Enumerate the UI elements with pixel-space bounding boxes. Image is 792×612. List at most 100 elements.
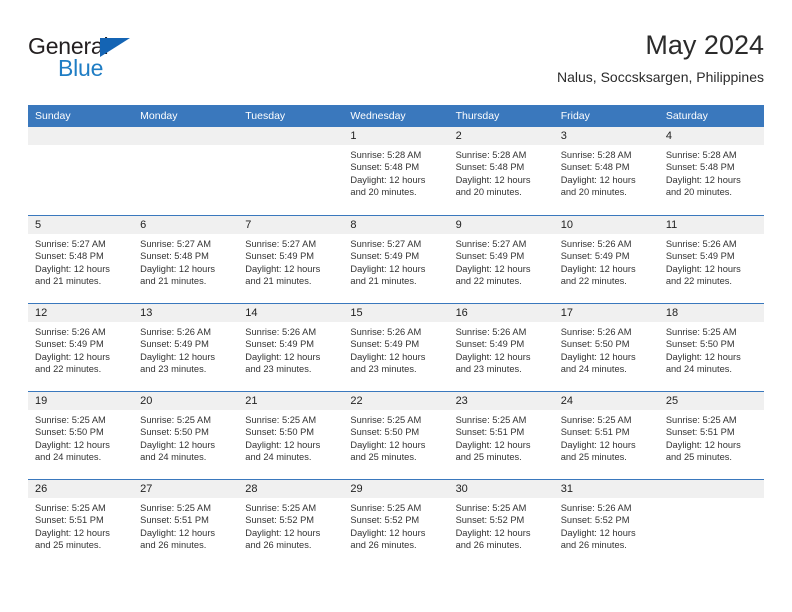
day-details: Sunrise: 5:27 AM Sunset: 5:49 PM Daylight:… bbox=[343, 234, 448, 288]
day-number: 7 bbox=[245, 219, 252, 231]
day-number: 19 bbox=[35, 395, 48, 407]
day-cell[interactable]: 1 Sunrise: 5:28 AM Sunset: 5:48 PM Daylight… bbox=[343, 127, 449, 215]
day-number-band bbox=[28, 127, 134, 145]
day-cell[interactable]: 18 Sunrise: 5:25 AM Sunset: 5:50 PM Dayligh… bbox=[658, 304, 764, 391]
daylight-text-line2: and 21 minutes. bbox=[140, 276, 207, 287]
day-details: Sunrise: 5:25 AM Sunset: 5:51 PM Daylight:… bbox=[554, 410, 659, 464]
day-cell[interactable]: 28 Sunrise: 5:25 AM Sunset: 5:52 PM Dayligh… bbox=[238, 480, 344, 567]
day-number-band: 13 bbox=[133, 304, 239, 322]
day-number-band: 26 bbox=[28, 480, 134, 498]
day-cell[interactable]: 7 Sunrise: 5:27 AM Sunset: 5:49 PM Daylight… bbox=[238, 216, 344, 303]
daylight-text-line1: Daylight: 12 hours bbox=[245, 351, 321, 362]
daylight-text-line1: Daylight: 12 hours bbox=[140, 527, 216, 538]
daylight-text-line2: and 26 minutes. bbox=[455, 540, 522, 551]
week-row: 26 Sunrise: 5:25 AM Sunset: 5:51 PM Dayligh… bbox=[28, 479, 764, 567]
day-details: Sunrise: 5:25 AM Sunset: 5:51 PM Daylight:… bbox=[449, 410, 554, 464]
day-cell[interactable]: 3 Sunrise: 5:28 AM Sunset: 5:48 PM Daylight… bbox=[553, 127, 659, 215]
weekday-header-thursday: Thursday bbox=[455, 110, 500, 122]
sunrise-text: Sunrise: 5:25 AM bbox=[35, 415, 106, 425]
day-cell[interactable]: 31 Sunrise: 5:26 AM Sunset: 5:52 PM Dayligh… bbox=[553, 480, 659, 567]
day-number: 2 bbox=[455, 130, 462, 142]
day-details: Sunrise: 5:27 AM Sunset: 5:48 PM Daylight:… bbox=[28, 234, 133, 288]
daylight-text-line2: and 25 minutes. bbox=[350, 452, 417, 463]
day-cell[interactable]: 19 Sunrise: 5:25 AM Sunset: 5:50 PM Dayligh… bbox=[28, 392, 134, 479]
sunrise-text: Sunrise: 5:26 AM bbox=[350, 327, 422, 337]
day-cell[interactable]: 14 Sunrise: 5:26 AM Sunset: 5:49 PM Dayligh… bbox=[238, 304, 344, 391]
day-number-band: 11 bbox=[658, 216, 764, 234]
daylight-text-line1: Daylight: 12 hours bbox=[350, 527, 426, 538]
sunset-text: Sunset: 5:49 PM bbox=[245, 251, 315, 262]
day-cell[interactable]: 12 Sunrise: 5:26 AM Sunset: 5:49 PM Dayligh… bbox=[28, 304, 134, 391]
sunrise-text: Sunrise: 5:25 AM bbox=[350, 415, 422, 425]
day-cell[interactable]: 8 Sunrise: 5:27 AM Sunset: 5:49 PM Daylight… bbox=[343, 216, 449, 303]
daylight-text-line1: Daylight: 12 hours bbox=[140, 263, 216, 274]
sunset-text: Sunset: 5:49 PM bbox=[665, 251, 735, 262]
daylight-text-line1: Daylight: 12 hours bbox=[560, 351, 636, 362]
day-cell[interactable]: 30 Sunrise: 5:25 AM Sunset: 5:52 PM Dayligh… bbox=[448, 480, 554, 567]
day-cell[interactable]: 5 Sunrise: 5:27 AM Sunset: 5:48 PM Daylight… bbox=[28, 216, 134, 303]
day-number-band: 3 bbox=[553, 127, 659, 145]
day-cell[interactable]: 15 Sunrise: 5:26 AM Sunset: 5:49 PM Dayligh… bbox=[343, 304, 449, 391]
day-cell[interactable]: 4 Sunrise: 5:28 AM Sunset: 5:48 PM Daylight… bbox=[658, 127, 764, 215]
daylight-text-line2: and 26 minutes. bbox=[560, 540, 627, 551]
daylight-text-line2: and 22 minutes. bbox=[560, 276, 627, 287]
day-details: Sunrise: 5:26 AM Sunset: 5:49 PM Daylight:… bbox=[28, 322, 133, 376]
day-details: Sunrise: 5:25 AM Sunset: 5:51 PM Daylight:… bbox=[133, 498, 238, 552]
daylight-text-line1: Daylight: 12 hours bbox=[140, 439, 216, 450]
calendar-weeks: 1 Sunrise: 5:28 AM Sunset: 5:48 PM Daylight… bbox=[28, 127, 764, 567]
day-cell[interactable]: 23 Sunrise: 5:25 AM Sunset: 5:51 PM Dayligh… bbox=[448, 392, 554, 479]
day-details: Sunrise: 5:25 AM Sunset: 5:50 PM Daylight:… bbox=[238, 410, 343, 464]
day-number-band: 24 bbox=[553, 392, 659, 410]
day-details: Sunrise: 5:25 AM Sunset: 5:52 PM Daylight:… bbox=[449, 498, 554, 552]
day-number-band bbox=[658, 480, 764, 498]
day-cell[interactable]: 25 Sunrise: 5:25 AM Sunset: 5:51 PM Dayligh… bbox=[658, 392, 764, 479]
sunset-text: Sunset: 5:49 PM bbox=[560, 251, 630, 262]
day-cell[interactable]: 21 Sunrise: 5:25 AM Sunset: 5:50 PM Dayligh… bbox=[238, 392, 344, 479]
day-cell[interactable]: 20 Sunrise: 5:25 AM Sunset: 5:50 PM Dayligh… bbox=[133, 392, 239, 479]
sunset-text: Sunset: 5:50 PM bbox=[350, 427, 420, 438]
day-number: 29 bbox=[350, 483, 363, 495]
day-number: 30 bbox=[455, 483, 468, 495]
day-number-band: 31 bbox=[553, 480, 659, 498]
sunrise-text: Sunrise: 5:25 AM bbox=[245, 503, 317, 513]
day-details: Sunrise: 5:27 AM Sunset: 5:49 PM Daylight:… bbox=[238, 234, 343, 288]
day-cell[interactable]: 29 Sunrise: 5:25 AM Sunset: 5:52 PM Dayligh… bbox=[343, 480, 449, 567]
day-cell[interactable]: 6 Sunrise: 5:27 AM Sunset: 5:48 PM Daylight… bbox=[133, 216, 239, 303]
day-cell[interactable]: 13 Sunrise: 5:26 AM Sunset: 5:49 PM Dayligh… bbox=[133, 304, 239, 391]
day-number: 17 bbox=[560, 307, 573, 319]
daylight-text-line1: Daylight: 12 hours bbox=[560, 439, 636, 450]
day-cell[interactable]: 11 Sunrise: 5:26 AM Sunset: 5:49 PM Dayligh… bbox=[658, 216, 764, 303]
day-cell-empty bbox=[238, 127, 344, 215]
day-details: Sunrise: 5:26 AM Sunset: 5:50 PM Daylight:… bbox=[554, 322, 659, 376]
day-number: 9 bbox=[455, 219, 462, 231]
day-cell[interactable]: 10 Sunrise: 5:26 AM Sunset: 5:49 PM Dayligh… bbox=[553, 216, 659, 303]
day-details: Sunrise: 5:26 AM Sunset: 5:49 PM Daylight:… bbox=[449, 322, 554, 376]
day-cell[interactable]: 2 Sunrise: 5:28 AM Sunset: 5:48 PM Daylight… bbox=[448, 127, 554, 215]
day-cell[interactable]: 26 Sunrise: 5:25 AM Sunset: 5:51 PM Dayligh… bbox=[28, 480, 134, 567]
day-cell[interactable]: 22 Sunrise: 5:25 AM Sunset: 5:50 PM Dayligh… bbox=[343, 392, 449, 479]
day-cell[interactable]: 27 Sunrise: 5:25 AM Sunset: 5:51 PM Dayligh… bbox=[133, 480, 239, 567]
day-details: Sunrise: 5:26 AM Sunset: 5:49 PM Daylight:… bbox=[133, 322, 238, 376]
day-details: Sunrise: 5:25 AM Sunset: 5:51 PM Daylight:… bbox=[659, 410, 764, 464]
day-number: 14 bbox=[245, 307, 258, 319]
weekday-header-friday: Friday bbox=[560, 110, 590, 122]
day-details: Sunrise: 5:26 AM Sunset: 5:49 PM Daylight:… bbox=[238, 322, 343, 376]
day-cell[interactable]: 24 Sunrise: 5:25 AM Sunset: 5:51 PM Dayligh… bbox=[553, 392, 659, 479]
daylight-text-line2: and 20 minutes. bbox=[455, 187, 522, 198]
day-number-band: 15 bbox=[343, 304, 449, 322]
day-cell[interactable]: 16 Sunrise: 5:26 AM Sunset: 5:49 PM Dayligh… bbox=[448, 304, 554, 391]
day-cell[interactable]: 17 Sunrise: 5:26 AM Sunset: 5:50 PM Dayligh… bbox=[553, 304, 659, 391]
sunset-text: Sunset: 5:48 PM bbox=[455, 162, 525, 173]
day-number: 26 bbox=[35, 483, 48, 495]
day-number-band: 16 bbox=[448, 304, 554, 322]
sunset-text: Sunset: 5:50 PM bbox=[35, 427, 104, 438]
daylight-text-line2: and 24 minutes. bbox=[665, 364, 732, 375]
sunset-text: Sunset: 5:51 PM bbox=[560, 427, 630, 438]
daylight-text-line2: and 23 minutes. bbox=[350, 364, 417, 375]
day-details: Sunrise: 5:25 AM Sunset: 5:52 PM Daylight:… bbox=[343, 498, 448, 552]
day-details: Sunrise: 5:25 AM Sunset: 5:50 PM Daylight:… bbox=[659, 322, 764, 376]
day-cell[interactable]: 9 Sunrise: 5:27 AM Sunset: 5:49 PM Daylight… bbox=[448, 216, 554, 303]
daylight-text-line2: and 24 minutes. bbox=[140, 452, 207, 463]
calendar-page: General Blue May 2024 Nalus, Soccsksarge… bbox=[0, 0, 792, 612]
day-number-band: 1 bbox=[343, 127, 449, 145]
